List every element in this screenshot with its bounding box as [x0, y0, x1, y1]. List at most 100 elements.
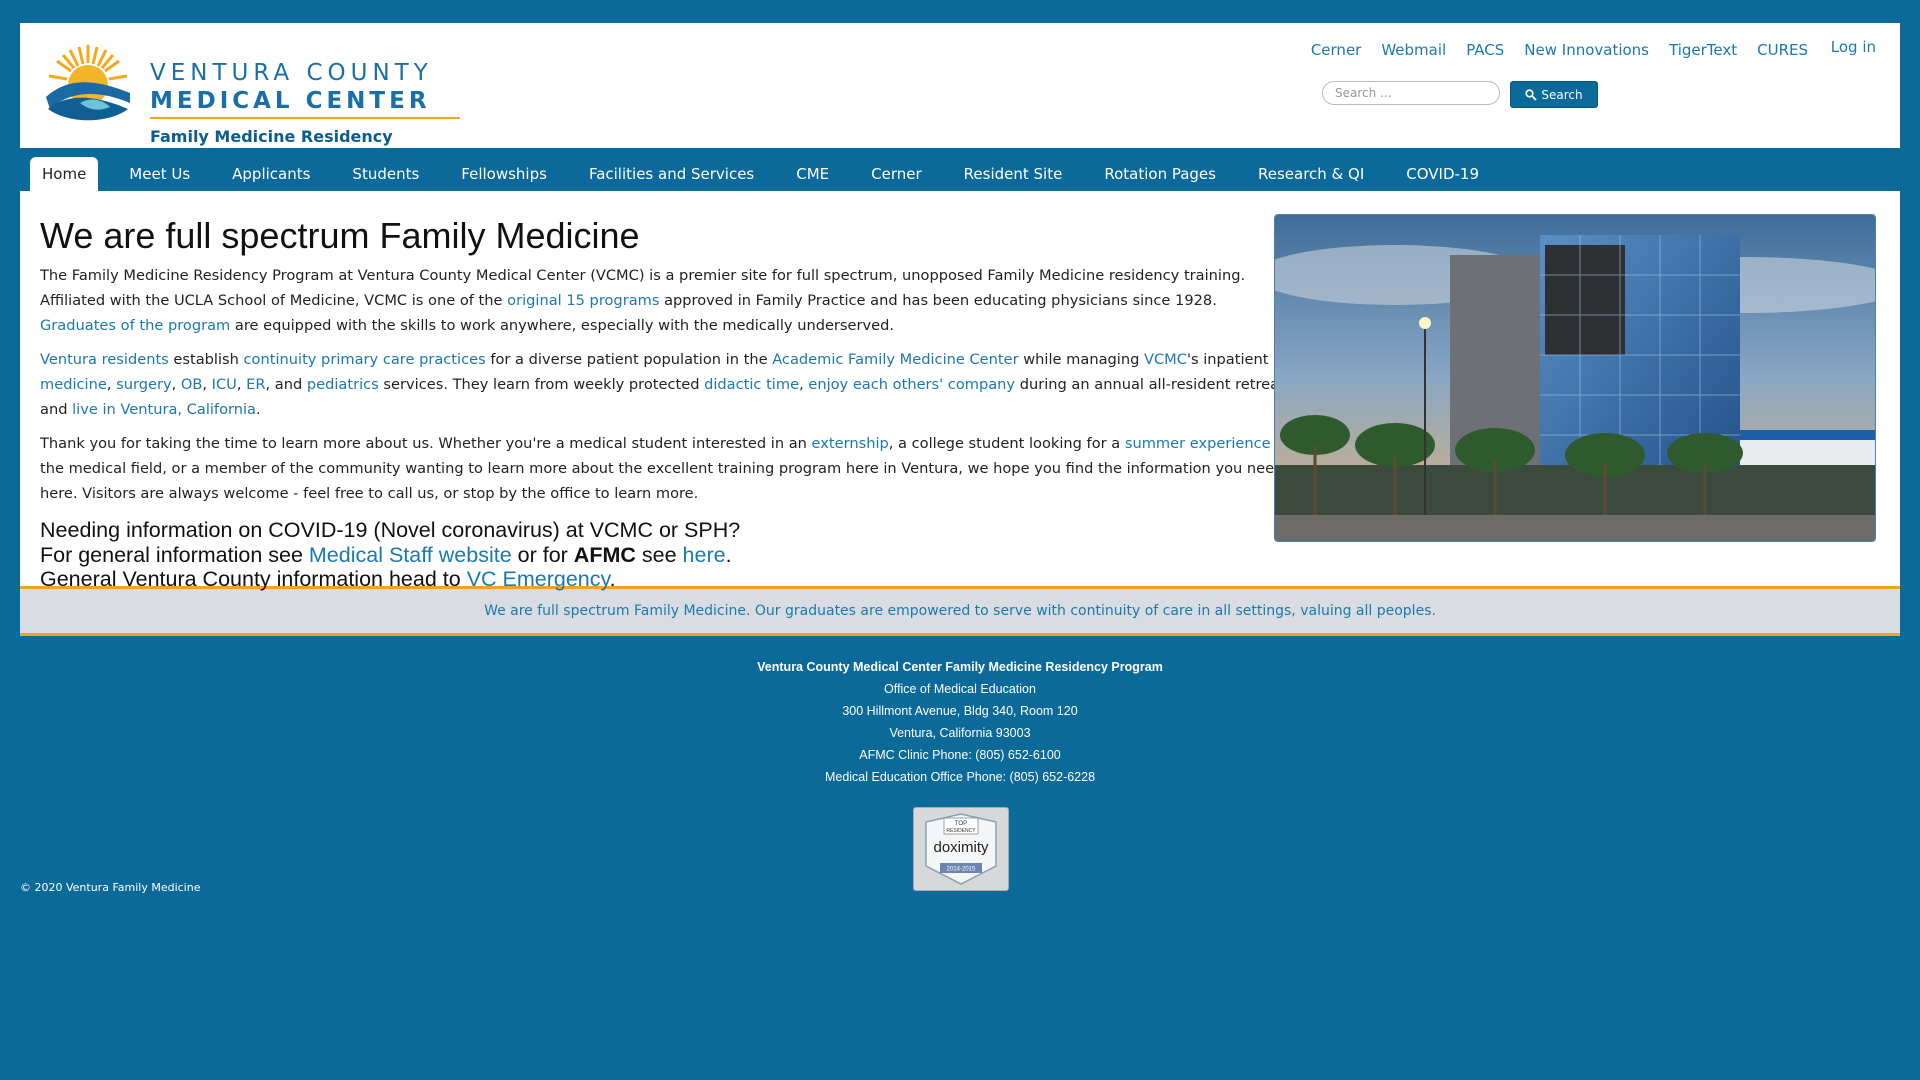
link-live-in-ventura[interactable]: live in Ventura, California: [72, 401, 256, 418]
search-input[interactable]: Search ...: [1322, 81, 1500, 105]
nav-item-rotation-pages[interactable]: Rotation Pages: [1083, 157, 1237, 191]
top-link-cerner[interactable]: Cerner: [1311, 41, 1362, 59]
badge-top-text: TOP: [955, 821, 967, 827]
badge-brand-text: doximity: [933, 839, 989, 856]
nav-item-facilities[interactable]: Facilities and Services: [568, 157, 775, 191]
residents-paragraph: Ventura residents establish continuity p…: [40, 347, 1290, 422]
badge-years-text: 2014-2015: [947, 867, 976, 873]
hospital-photo: [1274, 214, 1876, 542]
text: see: [635, 542, 683, 567]
text: approved in Family Practice and has been…: [659, 292, 1217, 309]
footer-office: Office of Medical Education: [884, 682, 1036, 696]
link-er[interactable]: ER: [246, 376, 265, 393]
text: , and: [265, 376, 307, 393]
page-title: We are full spectrum Family Medicine: [40, 215, 640, 256]
search-button[interactable]: Search: [1510, 81, 1598, 108]
footer-afmc-phone: AFMC Clinic Phone: (805) 652-6100: [859, 748, 1061, 762]
text: or for: [511, 542, 574, 567]
logo-line-1: VENTURA COUNTY: [150, 60, 433, 86]
doximity-badge[interactable]: TOP RESIDENCY doximity 2014-2015: [913, 807, 1009, 891]
text: for a diverse patient population in the: [485, 351, 773, 368]
search-icon: [1525, 88, 1538, 101]
nav-item-research-qi[interactable]: Research & QI: [1237, 157, 1385, 191]
site-footer: Ventura County Medical Center Family Med…: [0, 656, 1920, 788]
nav-item-meet-us[interactable]: Meet Us: [108, 157, 211, 191]
footer-address: 300 Hillmont Avenue, Bldg 340, Room 120: [842, 704, 1078, 718]
login-link[interactable]: Log in: [1831, 38, 1876, 56]
afmc-bold: AFMC: [573, 542, 636, 567]
top-link-cures[interactable]: CURES: [1757, 41, 1808, 59]
text: establish: [168, 351, 244, 368]
copyright: © 2020 Ventura Family Medicine: [20, 881, 201, 894]
link-icu[interactable]: ICU: [212, 376, 237, 393]
link-externship[interactable]: externship: [812, 435, 889, 452]
page-container: VENTURA COUNTY MEDICAL CENTER Family Med…: [20, 23, 1900, 636]
link-ob[interactable]: OB: [181, 376, 203, 393]
site-header: VENTURA COUNTY MEDICAL CENTER Family Med…: [20, 23, 1900, 165]
link-afmc[interactable]: Academic Family Medicine Center: [772, 351, 1018, 368]
text: ,: [236, 376, 247, 393]
sun-wave-logo-icon: [46, 45, 130, 121]
link-continuity[interactable]: continuity primary care practices: [244, 351, 486, 368]
nav-item-cerner[interactable]: Cerner: [850, 157, 943, 191]
mission-tagline: We are full spectrum Family Medicine. Ou…: [20, 586, 1900, 636]
link-vcmc[interactable]: VCMC: [1144, 351, 1187, 368]
main-content: We are full spectrum Family Medicine The…: [20, 191, 1900, 591]
badge-sub-text: RESIDENCY: [946, 828, 976, 834]
nav-item-covid-19[interactable]: COVID-19: [1385, 157, 1500, 191]
text: , a college student looking for a: [888, 435, 1125, 452]
top-link-webmail[interactable]: Webmail: [1381, 41, 1446, 59]
covid-line-3: General Ventura County information head …: [40, 567, 1290, 592]
nav-item-fellowships[interactable]: Fellowships: [440, 157, 568, 191]
main-nav: Home Meet Us Applicants Students Fellows…: [20, 149, 1900, 191]
link-original-15[interactable]: original 15 programs: [507, 292, 659, 309]
logo-divider: [150, 117, 460, 119]
link-graduates[interactable]: Graduates of the program: [40, 317, 230, 334]
link-ventura-residents[interactable]: Ventura residents: [40, 351, 169, 368]
nav-item-home[interactable]: Home: [30, 157, 99, 191]
covid-line-2: For general information see Medical Staf…: [40, 543, 1290, 568]
link-didactic-time[interactable]: didactic time: [704, 376, 799, 393]
text: 's inpatient: [1186, 351, 1269, 368]
nav-item-applicants[interactable]: Applicants: [211, 157, 331, 191]
link-summer-experience[interactable]: summer experience: [1125, 435, 1271, 452]
text: ,: [799, 376, 809, 393]
intro-paragraph: The Family Medicine Residency Program at…: [40, 263, 1290, 338]
nav-item-resident-site[interactable]: Resident Site: [943, 157, 1084, 191]
top-link-new-innovations[interactable]: New Innovations: [1524, 41, 1649, 59]
search-button-label: Search: [1541, 87, 1583, 102]
link-here[interactable]: here: [683, 543, 726, 567]
text: are equipped with the skills to work any…: [230, 317, 895, 334]
utility-links: Cerner Webmail PACS New Innovations Tige…: [1311, 41, 1808, 59]
logo-line-2: MEDICAL CENTER: [150, 88, 431, 114]
doximity-badge-icon: TOP RESIDENCY doximity 2014-2015: [925, 813, 997, 885]
footer-city: Ventura, California 93003: [889, 726, 1031, 740]
text: .: [609, 567, 616, 591]
text: .: [725, 542, 732, 567]
text: ,: [171, 376, 181, 393]
text: .: [255, 401, 261, 418]
text: while managing: [1018, 351, 1144, 368]
text: General Ventura County information head …: [40, 567, 467, 591]
text: services. They learn from weekly protect…: [378, 376, 705, 393]
covid-line-1: Needing information on COVID-19 (Novel c…: [40, 518, 741, 542]
hospital-building-image: [1275, 215, 1875, 541]
top-link-pacs[interactable]: PACS: [1466, 41, 1504, 59]
text: For general information see: [40, 542, 309, 567]
nav-item-cme[interactable]: CME: [775, 157, 850, 191]
link-retreat[interactable]: enjoy each others' company: [808, 376, 1015, 393]
welcome-paragraph: Thank you for taking the time to learn m…: [40, 431, 1290, 506]
covid-notice: Needing information on COVID-19 (Novel c…: [40, 518, 1290, 592]
nav-item-students[interactable]: Students: [331, 157, 440, 191]
link-medical-staff[interactable]: Medical Staff website: [309, 543, 512, 567]
link-vc-emergency[interactable]: VC Emergency: [467, 567, 610, 591]
text: Thank you for taking the time to learn m…: [40, 435, 812, 452]
link-surgery[interactable]: surgery: [116, 376, 171, 393]
site-logo[interactable]: VENTURA COUNTY MEDICAL CENTER Family Med…: [40, 37, 460, 165]
footer-program-name: Ventura County Medical Center Family Med…: [757, 660, 1163, 674]
footer-office-phone: Medical Education Office Phone: (805) 65…: [824, 770, 1096, 784]
text: ,: [106, 376, 117, 393]
top-link-tigertext[interactable]: TigerText: [1669, 41, 1737, 59]
link-pediatrics[interactable]: pediatrics: [307, 376, 379, 393]
link-medicine[interactable]: medicine: [40, 376, 107, 393]
